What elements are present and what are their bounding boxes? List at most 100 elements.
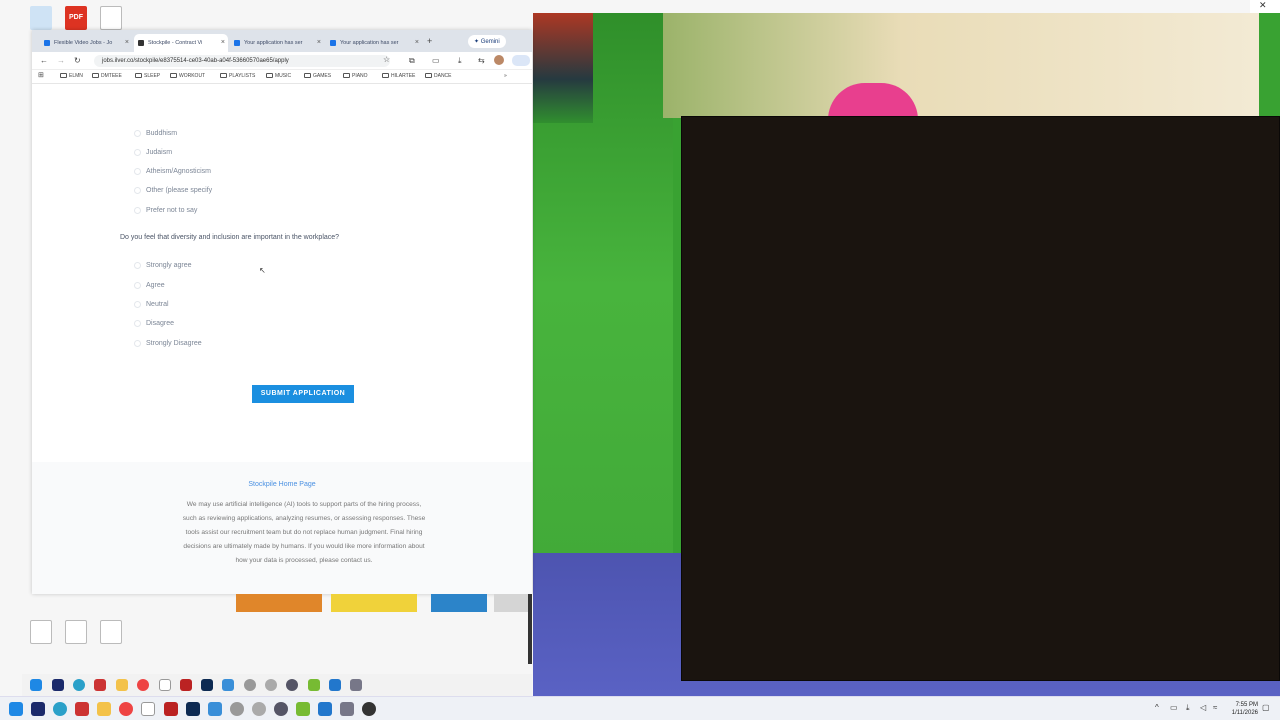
chrome-icon[interactable] — [119, 702, 133, 716]
app-icon[interactable] — [94, 679, 106, 691]
powershell-icon[interactable] — [52, 679, 64, 691]
bookmark-folder[interactable]: DANCE — [425, 73, 452, 79]
radio-other[interactable] — [134, 187, 141, 194]
address-bar[interactable]: jobs.ilver.co/stockpile/e8375514-ce03-40… — [94, 55, 390, 67]
more-bookmarks-icon[interactable]: » — [504, 73, 507, 79]
bookmark-folder[interactable]: HILARTEE — [382, 73, 415, 79]
radio-strongly-disagree[interactable] — [134, 340, 141, 347]
app-icon[interactable] — [296, 702, 310, 716]
app-icon[interactable] — [308, 679, 320, 691]
forward-arrow-icon[interactable]: → — [57, 56, 65, 65]
volume-icon[interactable]: ◁ — [1200, 703, 1206, 712]
tab-favicon-icon — [138, 40, 144, 46]
notification-icon[interactable]: ▢ — [1262, 703, 1270, 712]
start-icon[interactable] — [9, 702, 23, 716]
option-label: Strongly agree — [146, 262, 192, 269]
edge-icon[interactable] — [53, 702, 67, 716]
pdf-file-icon[interactable]: PDF — [65, 6, 87, 30]
bookmark-folder[interactable]: DMTEEE — [92, 73, 122, 79]
radio-atheism[interactable] — [134, 168, 141, 175]
extensions-icon[interactable]: ⧉ — [409, 56, 415, 66]
chevron-up-icon[interactable]: ^ — [1155, 703, 1159, 712]
close-tab-icon[interactable]: × — [415, 39, 419, 46]
sparkle-icon: ✦ — [474, 39, 480, 45]
photoshop-icon[interactable] — [201, 679, 213, 691]
app-icon[interactable] — [180, 679, 192, 691]
download-icon[interactable]: ⤓ — [458, 56, 462, 66]
thumbnail-image — [331, 594, 417, 612]
folder-icon[interactable] — [116, 679, 128, 691]
bookmark-folder[interactable]: GAMES — [304, 73, 331, 79]
radio-agree[interactable] — [134, 282, 141, 289]
app-icon[interactable] — [318, 702, 332, 716]
bookmark-folder[interactable]: SLEEP — [135, 73, 160, 79]
bookmark-folder[interactable]: PIANO — [343, 73, 368, 79]
edge-icon[interactable] — [73, 679, 85, 691]
window-close-icon[interactable]: ✕ — [1250, 0, 1280, 13]
powershell-icon[interactable] — [31, 702, 45, 716]
apps-grid-icon[interactable]: ⊞ — [38, 71, 44, 79]
app-icon[interactable] — [164, 702, 178, 716]
document-icon[interactable] — [159, 679, 171, 691]
app-icon[interactable] — [329, 679, 341, 691]
close-tab-icon[interactable]: × — [317, 39, 321, 46]
cast-icon[interactable]: ▭ — [432, 56, 440, 65]
notepad-icon[interactable] — [222, 679, 234, 691]
home-page-link[interactable]: Stockpile Home Page — [32, 481, 532, 488]
wifi-icon[interactable]: ≈ — [1213, 703, 1217, 712]
option-label: Strongly Disagree — [146, 340, 202, 347]
back-arrow-icon[interactable]: ← — [40, 56, 48, 65]
reload-icon[interactable]: ↻ — [74, 56, 81, 65]
tab-flexible-video-jobs[interactable]: Flexible Video Jobs - Jo × — [40, 34, 132, 52]
settings-icon[interactable] — [244, 679, 256, 691]
profile-avatar-icon[interactable] — [494, 55, 504, 65]
clock[interactable]: 7:55 PM 1/11/2026 — [1232, 701, 1258, 717]
document-icon[interactable] — [100, 620, 122, 644]
extension-icon[interactable]: ⇆ — [478, 56, 485, 65]
document-icon[interactable] — [30, 620, 52, 644]
app-icon[interactable] — [75, 702, 89, 716]
start-icon[interactable] — [30, 679, 42, 691]
radio-disagree[interactable] — [134, 320, 141, 327]
photoshop-icon[interactable] — [186, 702, 200, 716]
radio-neutral[interactable] — [134, 301, 141, 308]
settings-icon[interactable] — [230, 702, 244, 716]
app-icon[interactable] — [350, 679, 362, 691]
bookmark-folder[interactable]: WORKOUT — [170, 73, 205, 79]
document-icon[interactable] — [141, 702, 155, 716]
folder-icon — [92, 73, 99, 78]
media-player-icon[interactable] — [362, 702, 376, 716]
close-tab-icon[interactable]: × — [125, 39, 129, 46]
bookmark-star-icon[interactable]: ☆ — [383, 55, 390, 64]
network-icon[interactable]: ▭ — [1170, 703, 1178, 712]
folder-icon[interactable] — [97, 702, 111, 716]
radio-strongly-agree[interactable] — [134, 262, 141, 269]
chrome-icon[interactable] — [137, 679, 149, 691]
bookmark-folder[interactable]: PLAYLISTS — [220, 73, 255, 79]
app-icon[interactable] — [274, 702, 288, 716]
document-icon[interactable] — [100, 6, 122, 30]
mouse-cursor-icon: ↖ — [259, 266, 266, 275]
download-icon[interactable]: ⤓ — [1186, 703, 1190, 713]
submit-application-button[interactable]: SUBMIT APPLICATION — [252, 385, 354, 403]
close-tab-icon[interactable]: × — [221, 39, 225, 46]
radio-judaism[interactable] — [134, 149, 141, 156]
app-icon[interactable] — [252, 702, 266, 716]
new-tab-plus-icon[interactable]: + — [427, 36, 432, 46]
menu-icon[interactable] — [512, 55, 530, 66]
radio-prefer-not[interactable] — [134, 207, 141, 214]
radio-buddhism[interactable] — [134, 130, 141, 137]
app-icon[interactable] — [265, 679, 277, 691]
notepad-icon[interactable] — [208, 702, 222, 716]
document-icon[interactable] — [65, 620, 87, 644]
tab-application-sent-2[interactable]: Your application has ser × — [326, 34, 422, 52]
gemini-button[interactable]: ✦ Gemini — [468, 35, 506, 48]
option-label: Other (please specify — [146, 187, 213, 194]
app-icon[interactable] — [340, 702, 354, 716]
bookmark-folder[interactable]: MUSIC — [266, 73, 291, 79]
tab-application-sent[interactable]: Your application has ser × — [230, 34, 324, 52]
app-icon[interactable] — [286, 679, 298, 691]
bookmark-folder[interactable]: ELMN — [60, 73, 83, 79]
recycle-bin-icon[interactable] — [30, 6, 52, 30]
tab-stockpile[interactable]: Stockpile - Contract Vi × — [134, 34, 228, 52]
